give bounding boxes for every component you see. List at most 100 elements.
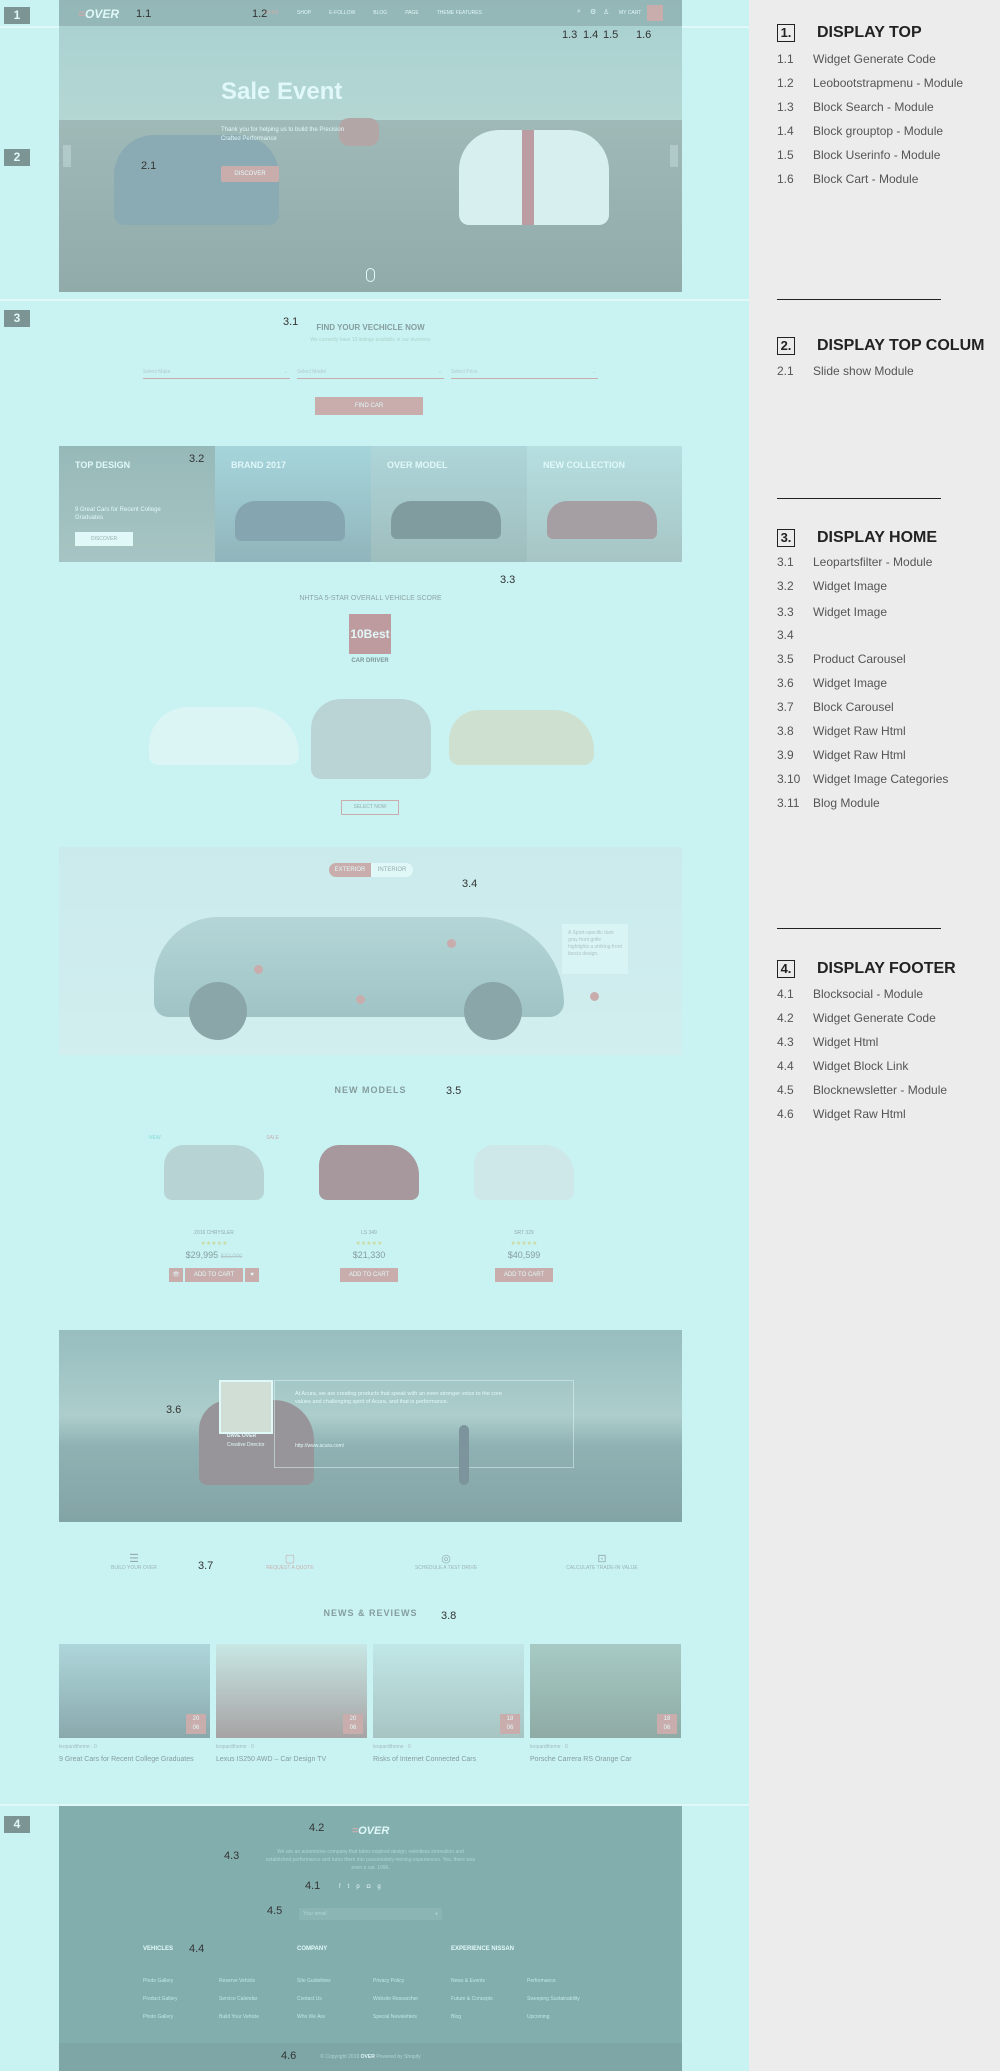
discover-button[interactable]: DISCOVER xyxy=(221,166,279,182)
product-card[interactable]: LS 349 ★★★★★ $21,330 ADD TO CART xyxy=(304,1135,434,1282)
cart-icon[interactable] xyxy=(647,5,663,21)
news-date: 18 06 xyxy=(500,1714,520,1734)
footer-link[interactable]: Build Your Vehicle xyxy=(219,2008,259,2026)
footer-link[interactable]: Product Gallery xyxy=(143,1990,177,2008)
settings-icon[interactable]: ⚙ xyxy=(590,8,596,16)
footer-link[interactable]: Privacy Policy xyxy=(373,1972,418,1990)
footer-link[interactable]: Performance xyxy=(527,1972,580,1990)
footer-link[interactable]: Site Guidelines xyxy=(297,1972,331,1990)
group-number: 4. xyxy=(777,960,795,978)
news-date: 20 06 xyxy=(343,1714,363,1734)
legend-item: 1.5 Block Userinfo - Module xyxy=(777,148,941,162)
footer-link[interactable]: Photo Gallery xyxy=(143,1972,177,1990)
tile-over-model[interactable]: OVER MODEL xyxy=(371,446,527,562)
add-to-cart-button[interactable]: ADD TO CART xyxy=(495,1268,553,1282)
product-name[interactable]: LS 349 xyxy=(304,1230,434,1236)
rating-stars: ★★★★★ xyxy=(510,1241,538,1247)
pinterest-icon[interactable]: p xyxy=(356,1884,359,1890)
service-quote[interactable]: ▢ REQUEST A QUOTE xyxy=(215,1552,365,1571)
select-now-button[interactable]: SELECT NOW xyxy=(341,800,399,815)
service-build[interactable]: ☰ BUILD YOUR OVER xyxy=(59,1552,209,1571)
quick-view-icon[interactable]: 👁 xyxy=(169,1268,183,1282)
cart-label[interactable]: MY CART xyxy=(619,10,641,16)
tile-discover-button[interactable]: DISCOVER xyxy=(75,532,133,546)
news-headline[interactable]: 9 Great Cars for Recent College Graduate… xyxy=(59,1756,210,1763)
footer-link[interactable]: Upcoming xyxy=(527,2008,580,2026)
news-headline[interactable]: Porsche Carrera RS Orange Car xyxy=(530,1756,681,1763)
footer-col-title: COMPANY xyxy=(297,1946,328,1952)
nav-follow[interactable]: E-FOLLOW xyxy=(329,10,355,16)
tab-interior[interactable]: INTERIOR xyxy=(371,863,413,877)
hotspot-grille[interactable] xyxy=(447,939,456,948)
service-trade-in[interactable]: ⊡ CALCULATE TRADE-IN VALUE xyxy=(527,1552,677,1571)
footer-link[interactable]: Service Calendar xyxy=(219,1990,259,2008)
ten-best-badge: 10Best xyxy=(349,614,391,654)
wishlist-icon[interactable]: ♥ xyxy=(245,1268,259,1282)
nav-page[interactable]: PAGE xyxy=(405,10,419,16)
hotspot-front[interactable] xyxy=(590,992,599,1001)
logo[interactable]: =OVER xyxy=(78,7,119,21)
wheel-rear xyxy=(464,982,522,1040)
search-icon[interactable]: ⌕ xyxy=(577,8,581,16)
find-car-button[interactable]: FIND CAR xyxy=(315,397,423,415)
service-test-drive[interactable]: ◎ SCHEDULE A TEST DRIVE xyxy=(371,1552,521,1571)
footer-link[interactable]: News & Events xyxy=(451,1972,493,1990)
footer-link[interactable]: Special Newsletters xyxy=(373,2008,418,2026)
footer-link[interactable]: Future & Concepts xyxy=(451,1990,493,2008)
legend-item: 3.6 Widget Image xyxy=(777,676,888,690)
user-icon[interactable]: ♙ xyxy=(603,8,609,16)
product-name[interactable]: 2016 CHRYSLER xyxy=(149,1230,279,1236)
select-price[interactable]: Select Price ⌄ xyxy=(451,369,598,379)
twitter-icon[interactable]: t xyxy=(348,1884,350,1890)
main-nav: HOME SHOP E-FOLLOW BLOG PAGE THEME FEATU… xyxy=(264,10,482,16)
nav-blog[interactable]: BLOG xyxy=(373,10,387,16)
instagram-icon[interactable]: ◘ xyxy=(367,1884,371,1890)
people-silhouette xyxy=(449,1425,494,1505)
footer-link[interactable]: Reserve Vehicle xyxy=(219,1972,259,1990)
add-to-cart-button[interactable]: ADD TO CART xyxy=(340,1268,398,1282)
service-label: REQUEST A QUOTE xyxy=(266,1565,314,1571)
google-plus-icon[interactable]: g xyxy=(377,1884,380,1890)
hotspot-door[interactable] xyxy=(254,965,263,974)
footer-about: We are an automotive company that takes … xyxy=(265,1849,476,1871)
legend-item: 4.4 Widget Block Link xyxy=(777,1059,909,1073)
product-card[interactable]: SRT 329 ★★★★★ $40,599 ADD TO CART xyxy=(459,1135,589,1282)
slide-prev-arrow[interactable] xyxy=(63,145,71,167)
product-name[interactable]: SRT 329 xyxy=(459,1230,589,1236)
footer-logo[interactable]: =OVER xyxy=(59,1825,682,1837)
slide-next-arrow[interactable] xyxy=(670,145,678,167)
news-card[interactable]: 18 06 leopardtheme · 0 Risks of Internet … xyxy=(373,1644,524,1763)
news-headline[interactable]: Risks of Internet Connected Cars xyxy=(373,1756,524,1763)
footer-link[interactable]: Website Researcher xyxy=(373,1990,418,2008)
service-label: CALCULATE TRADE-IN VALUE xyxy=(566,1565,638,1571)
nav-shop[interactable]: SHOP xyxy=(297,10,311,16)
footer-col-experience: News & Events Future & Concepts Blog xyxy=(451,1972,493,2026)
tile-brand[interactable]: BRAND 2017 xyxy=(215,446,371,562)
news-card[interactable]: 20 06 leopardtheme · 0 Lexus IS250 AWD – … xyxy=(216,1644,367,1763)
send-icon[interactable]: ● xyxy=(435,1911,438,1917)
car-image xyxy=(391,501,501,539)
hotspot-wheel[interactable] xyxy=(356,995,365,1004)
chevron-down-icon: ⌄ xyxy=(437,369,442,375)
add-to-cart-button[interactable]: ADD TO CART xyxy=(185,1268,243,1282)
tile-new-collection[interactable]: NEW COLLECTION xyxy=(527,446,682,562)
scroll-down-icon[interactable] xyxy=(366,268,375,282)
news-card[interactable]: 18 06 leopardtheme · 0 Porsche Carrera RS… xyxy=(530,1644,681,1763)
select-model[interactable]: Select Model ⌄ xyxy=(297,369,444,379)
footer-link[interactable]: Who We Are xyxy=(297,2008,331,2026)
nav-theme-features[interactable]: THEME FEATURES xyxy=(437,10,482,16)
hero-subtitle: Thank you for helping us to build the Pr… xyxy=(221,127,345,142)
footer-link[interactable]: Blog xyxy=(451,2008,493,2026)
footer-link[interactable]: Photo Gallery xyxy=(143,2008,177,2026)
tab-exterior[interactable]: EXTERIOR xyxy=(329,863,371,877)
footer-link[interactable]: Contact Us xyxy=(297,1990,331,2008)
product-card[interactable]: NEW SALE 2016 CHRYSLER ★★★★★ $29,995 $32… xyxy=(149,1135,279,1282)
news-headline[interactable]: Lexus IS250 AWD – Car Design TV xyxy=(216,1756,367,1763)
tile-label: TOP DESIGN xyxy=(75,460,131,470)
legend-item: 1.3 Block Search - Module xyxy=(777,100,934,114)
facebook-icon[interactable]: f xyxy=(339,1884,341,1890)
footer-link[interactable]: Sweeping Sustainability xyxy=(527,1990,580,2008)
select-make[interactable]: Select Make ⌄ xyxy=(143,369,290,379)
newsletter-input[interactable]: Your email ● xyxy=(299,1908,442,1920)
news-card[interactable]: 20 06 leopardtheme · 0 9 Great Cars for R… xyxy=(59,1644,210,1763)
